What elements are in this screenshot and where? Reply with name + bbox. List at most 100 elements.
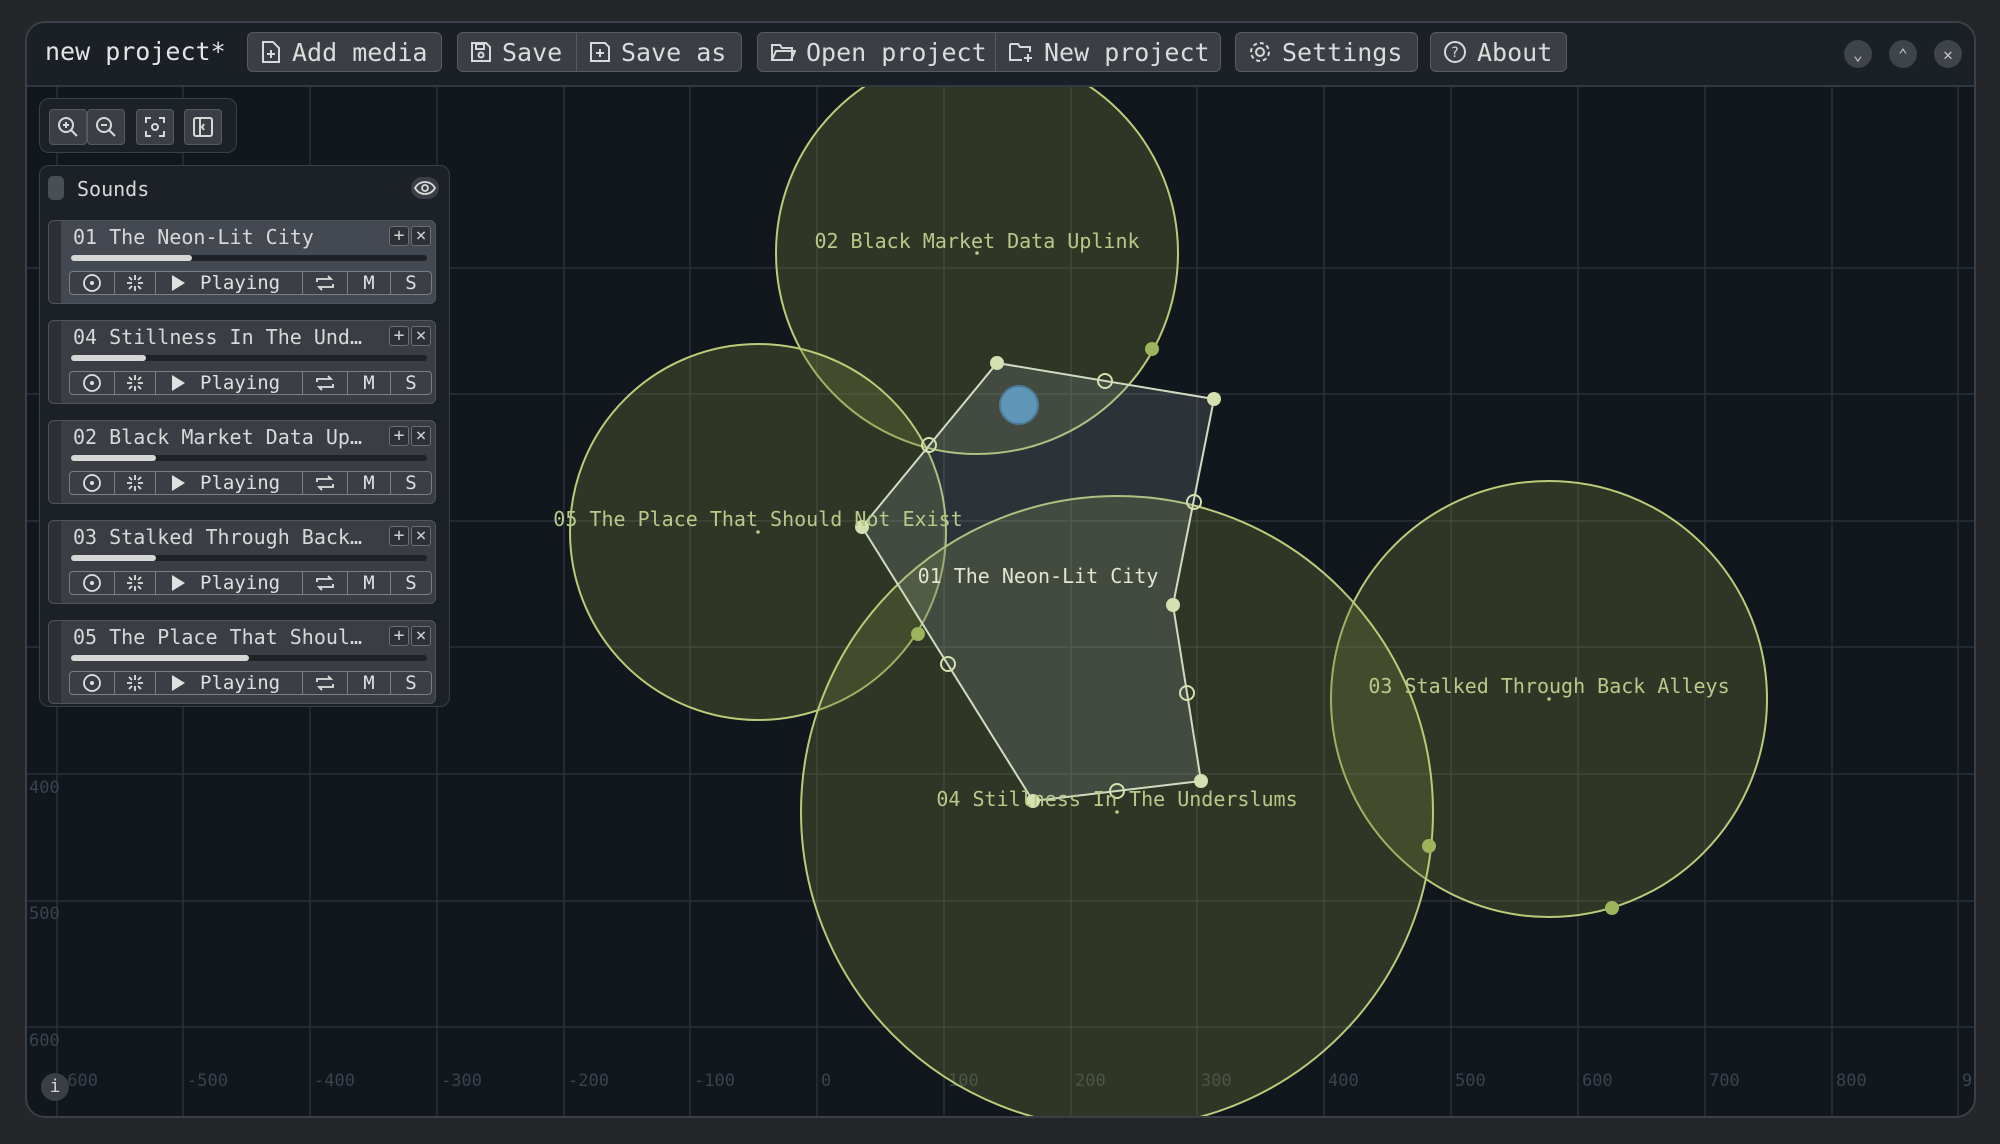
- track-controls: Playing M S: [69, 271, 432, 295]
- loop-button[interactable]: [302, 271, 348, 295]
- toggle-panel-button[interactable]: [184, 109, 222, 145]
- sound-track[interactable]: 03 Stalked Through Back… + × Playing M S: [48, 520, 436, 604]
- y-tick: 400: [29, 778, 60, 798]
- loop-button[interactable]: [302, 571, 348, 595]
- play-status: Playing: [200, 272, 281, 294]
- target-button[interactable]: [69, 671, 115, 695]
- add-button[interactable]: +: [389, 226, 409, 246]
- mute-button[interactable]: M: [347, 571, 391, 595]
- solo-button[interactable]: S: [390, 671, 432, 695]
- radius-handle: [1145, 342, 1159, 356]
- fit-view-button[interactable]: [136, 109, 174, 145]
- mute-button[interactable]: M: [347, 371, 391, 395]
- panel-title: Sounds: [77, 177, 150, 201]
- visibility-toggle[interactable]: [411, 177, 439, 199]
- target-button[interactable]: [69, 271, 115, 295]
- info-button[interactable]: i: [41, 1073, 69, 1101]
- loop-icon: [316, 475, 334, 491]
- target-button[interactable]: [69, 371, 115, 395]
- open-project-button[interactable]: Open project: [757, 32, 996, 72]
- solo-button[interactable]: S: [390, 571, 432, 595]
- sound-track[interactable]: 05 The Place That Shoul… + × Playing M S: [48, 620, 436, 704]
- save-as-button[interactable]: Save as: [576, 32, 742, 72]
- zoom-in-button[interactable]: [49, 109, 87, 145]
- remove-button[interactable]: ×: [411, 526, 431, 546]
- mute-button[interactable]: M: [347, 471, 391, 495]
- save-button[interactable]: Save: [457, 32, 577, 72]
- track-drag-handle[interactable]: [49, 421, 61, 503]
- progress-bar[interactable]: [71, 355, 427, 361]
- mute-button[interactable]: M: [347, 271, 391, 295]
- minimize-button[interactable]: ⌄: [1844, 40, 1872, 68]
- track-drag-handle[interactable]: [49, 321, 61, 403]
- remove-button[interactable]: ×: [411, 226, 431, 246]
- sound-track[interactable]: 04 Stillness In The Und… + × Playing M S: [48, 320, 436, 404]
- target-button[interactable]: [69, 471, 115, 495]
- close-icon: ×: [415, 325, 427, 346]
- progress-bar[interactable]: [71, 455, 427, 461]
- add-button[interactable]: +: [389, 526, 409, 546]
- about-button[interactable]: ? About: [1430, 32, 1567, 72]
- remove-button[interactable]: ×: [411, 426, 431, 446]
- track-controls: Playing M S: [69, 571, 432, 595]
- add-media-button[interactable]: Add media: [247, 32, 442, 72]
- target-button[interactable]: [69, 571, 115, 595]
- play-status: Playing: [200, 472, 281, 494]
- progress-fill: [71, 655, 249, 661]
- save-as-icon: [590, 42, 610, 62]
- play-button[interactable]: Playing: [155, 271, 303, 295]
- remove-button[interactable]: ×: [411, 626, 431, 646]
- play-button[interactable]: Playing: [155, 571, 303, 595]
- loop-icon: [316, 375, 334, 391]
- solo-button[interactable]: S: [390, 271, 432, 295]
- settings-button[interactable]: Settings: [1235, 32, 1418, 72]
- track-drag-handle[interactable]: [49, 621, 61, 703]
- track-drag-handle[interactable]: [49, 521, 61, 603]
- vertex-handle: [1194, 774, 1208, 788]
- drag-handle[interactable]: [48, 176, 64, 200]
- track-controls: Playing M S: [69, 671, 432, 695]
- play-button[interactable]: Playing: [155, 371, 303, 395]
- solo-button[interactable]: S: [390, 471, 432, 495]
- sound-track[interactable]: 02 Black Market Data Up… + × Playing M S: [48, 420, 436, 504]
- play-button[interactable]: Playing: [155, 471, 303, 495]
- save-label: Save: [502, 37, 563, 67]
- play-button[interactable]: Playing: [155, 671, 303, 695]
- new-project-button[interactable]: New project: [995, 32, 1221, 72]
- effects-button[interactable]: [114, 371, 156, 395]
- loop-button[interactable]: [302, 471, 348, 495]
- effects-button[interactable]: [114, 571, 156, 595]
- zoom-out-button[interactable]: [87, 109, 125, 145]
- zoom-toolbar: [39, 98, 237, 153]
- target-icon: [83, 374, 101, 392]
- sparkle-icon: [127, 475, 143, 491]
- progress-bar[interactable]: [71, 255, 427, 261]
- radius-handle: [1605, 901, 1619, 915]
- loop-button[interactable]: [302, 671, 348, 695]
- effects-button[interactable]: [114, 271, 156, 295]
- gear-icon: [1250, 42, 1270, 62]
- listener-marker[interactable]: [999, 385, 1039, 425]
- mute-button[interactable]: M: [347, 671, 391, 695]
- add-button[interactable]: +: [389, 626, 409, 646]
- vertex-handle: [1166, 598, 1180, 612]
- effects-button[interactable]: [114, 671, 156, 695]
- zone-label: 02 Black Market Data Uplink: [814, 229, 1139, 253]
- loop-button[interactable]: [302, 371, 348, 395]
- sounds-panel: Sounds 01 The Neon-Lit City + × Playing: [39, 165, 450, 707]
- progress-bar[interactable]: [71, 655, 427, 661]
- solo-button[interactable]: S: [390, 371, 432, 395]
- effects-button[interactable]: [114, 471, 156, 495]
- add-button[interactable]: +: [389, 326, 409, 346]
- close-icon: ×: [415, 425, 427, 446]
- close-button[interactable]: ✕: [1934, 40, 1962, 68]
- maximize-button[interactable]: ⌃: [1889, 40, 1917, 68]
- add-button[interactable]: +: [389, 426, 409, 446]
- close-icon: ✕: [1943, 44, 1953, 64]
- track-drag-handle[interactable]: [49, 221, 61, 303]
- play-icon: [172, 375, 185, 391]
- target-icon: [83, 474, 101, 492]
- sound-track[interactable]: 01 The Neon-Lit City + × Playing M S: [48, 220, 436, 304]
- progress-bar[interactable]: [71, 555, 427, 561]
- remove-button[interactable]: ×: [411, 326, 431, 346]
